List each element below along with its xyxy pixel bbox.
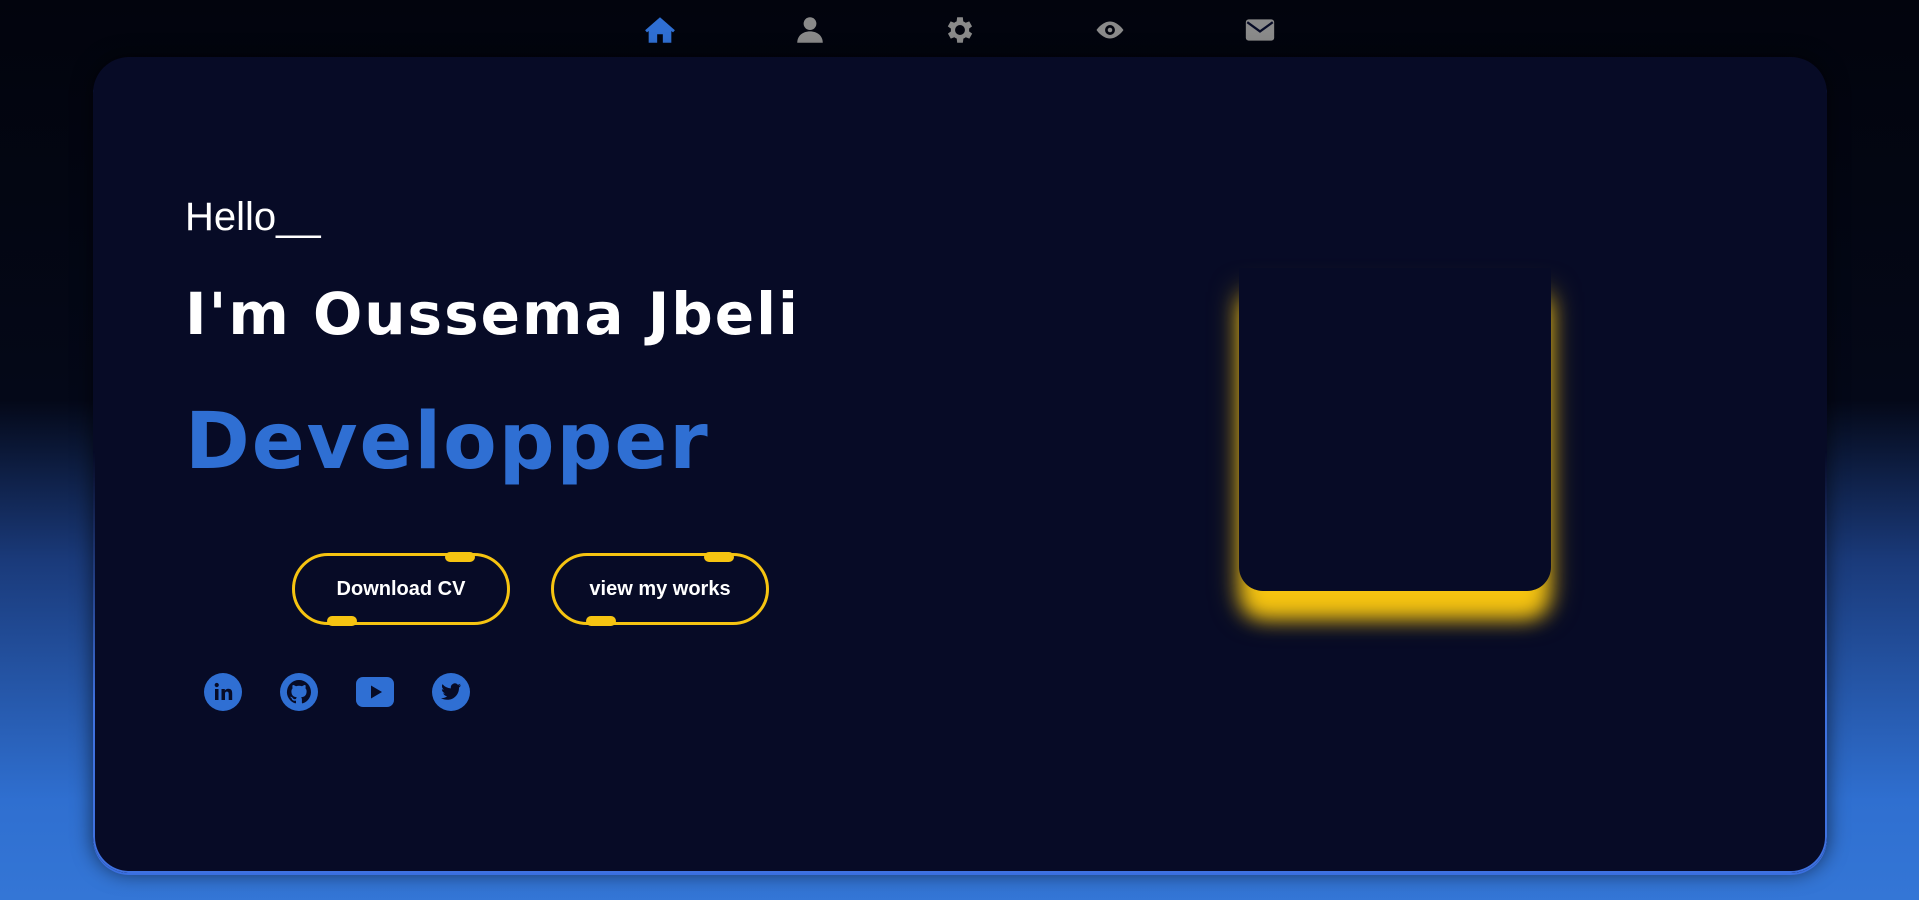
hero-name: I'm Oussema Jbeli xyxy=(185,280,800,348)
twitter-icon xyxy=(432,673,470,711)
social-links xyxy=(203,672,471,712)
profile-photo-frame xyxy=(1239,268,1551,591)
linkedin-icon xyxy=(204,673,242,711)
youtube-icon xyxy=(356,677,394,707)
view-works-button[interactable]: view my works xyxy=(551,552,769,626)
user-icon xyxy=(796,17,823,43)
youtube-link[interactable] xyxy=(355,672,395,712)
nav-services[interactable] xyxy=(885,0,1035,60)
eye-icon xyxy=(1096,21,1123,39)
greeting-text: Hello__ xyxy=(185,195,321,239)
view-works-label: view my works xyxy=(589,577,731,600)
download-cv-label: Download CV xyxy=(336,577,466,600)
download-cv-button[interactable]: Download CV xyxy=(292,552,510,626)
nav-portfolio[interactable] xyxy=(1035,0,1185,60)
nav-contact[interactable] xyxy=(1185,0,1335,60)
twitter-link[interactable] xyxy=(431,672,471,712)
linkedin-link[interactable] xyxy=(203,672,243,712)
button-decoration xyxy=(704,552,734,562)
gear-icon xyxy=(947,17,972,43)
github-link[interactable] xyxy=(279,672,319,712)
envelope-icon xyxy=(1245,19,1274,41)
home-icon xyxy=(644,17,675,43)
nav-about[interactable] xyxy=(735,0,885,60)
button-decoration xyxy=(445,552,475,562)
button-decoration xyxy=(327,616,357,626)
hero-role: Developper xyxy=(185,397,710,487)
github-icon xyxy=(280,673,318,711)
nav-home[interactable] xyxy=(585,0,735,60)
button-decoration xyxy=(586,616,616,626)
top-navigation xyxy=(0,0,1919,60)
